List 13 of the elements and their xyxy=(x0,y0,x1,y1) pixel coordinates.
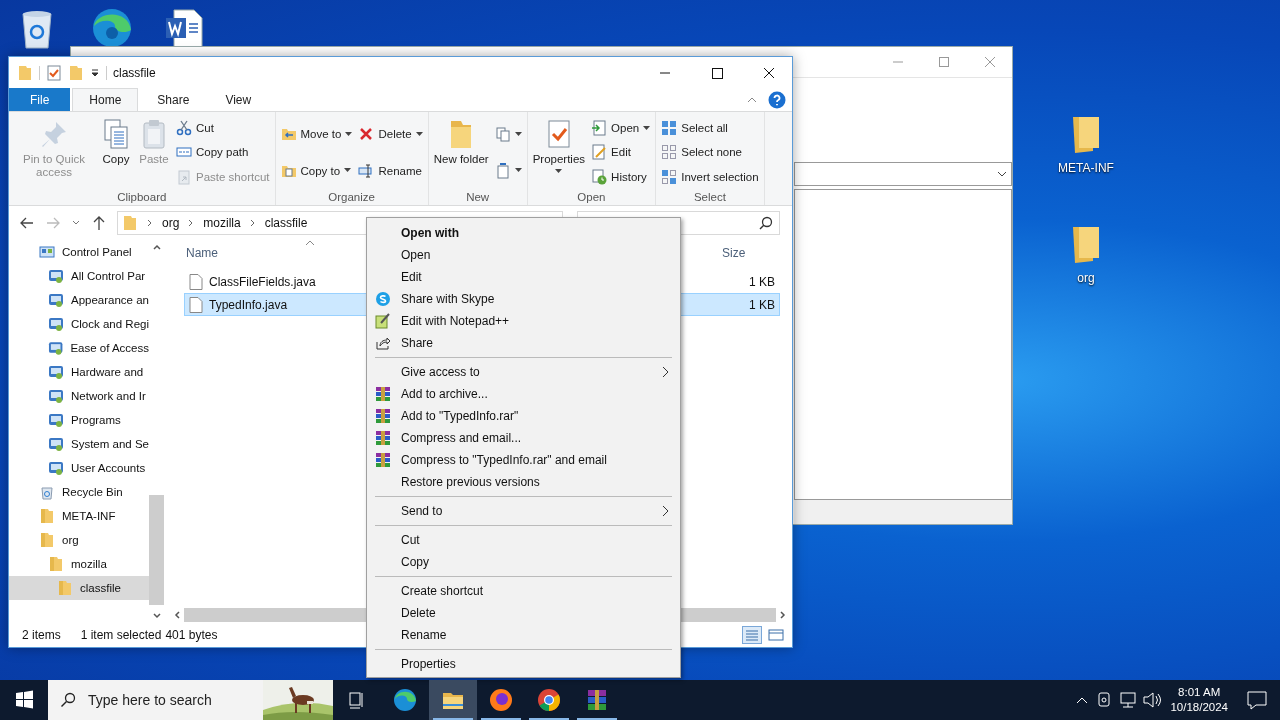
file-name: TypedInfo.java xyxy=(209,297,288,312)
file-name: ClassFileFields.java xyxy=(209,274,316,289)
ribbon-group-label: New xyxy=(465,190,491,203)
ribbon-group-label: Clipboard xyxy=(116,190,168,203)
ribbon-group-label: Organize xyxy=(327,190,376,203)
selection-size: 401 bytes xyxy=(165,628,218,642)
window-title: classfile xyxy=(113,65,156,80)
file-size: 1 KB xyxy=(749,274,775,289)
item-count: 2 items xyxy=(22,628,61,642)
file-size: 1 KB xyxy=(749,297,775,312)
ribbon-group-label: Select xyxy=(692,190,727,203)
selection-info: 1 item selected xyxy=(80,628,162,642)
ribbon-group-label: Open xyxy=(576,190,607,203)
